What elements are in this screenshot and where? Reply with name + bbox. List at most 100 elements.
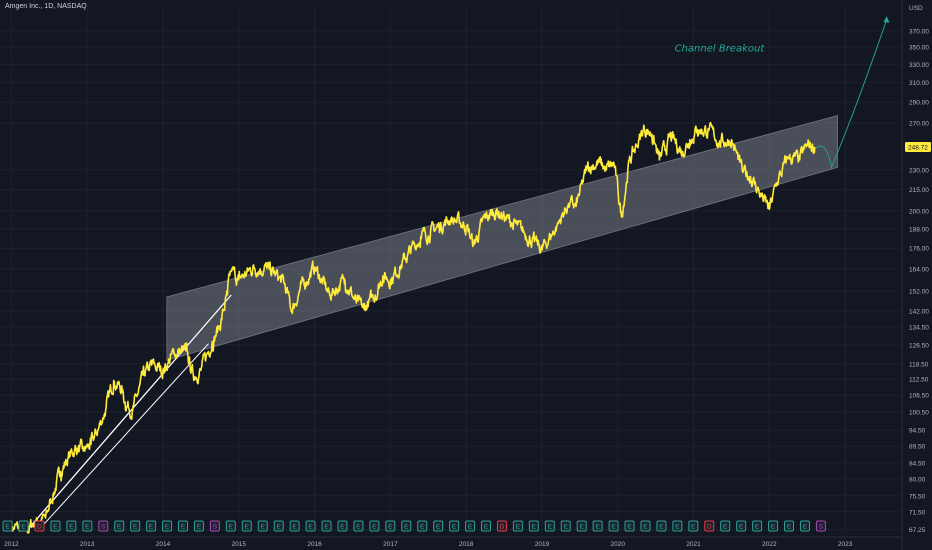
event-flag[interactable]: E [353,520,364,532]
event-flag[interactable]: E [273,520,284,532]
event-flag-label: E [643,524,648,531]
event-flag[interactable]: E [752,520,763,532]
event-flag[interactable]: E [784,520,795,532]
event-flag-label: S [213,524,218,531]
event-flag[interactable]: E [385,520,396,532]
event-flag[interactable]: E [544,520,555,532]
event-flag-label: S [819,524,824,531]
event-flag[interactable]: E [688,520,699,532]
event-flag[interactable]: E [608,520,619,532]
price-chart[interactable]: EEDEEESEEEEEESEEEEEEEEEEEEEEEEEDEEEEEEEE… [0,0,932,550]
event-flag-label: D [707,524,712,531]
event-flag-label: E [292,524,297,531]
y-tick-label: 176.00 [909,246,929,253]
event-flag[interactable]: E [449,520,460,532]
event-flag[interactable]: E [2,520,13,532]
x-tick-label: 2021 [686,541,701,548]
event-flag[interactable]: E [146,520,157,532]
event-flag[interactable]: E [720,520,731,532]
event-flag-label: E [261,524,266,531]
event-flag[interactable]: E [799,520,810,532]
x-tick-label: 2019 [535,541,550,548]
event-flag-label: E [5,524,10,531]
event-flag-label: E [771,524,776,531]
x-tick-label: 2013 [80,541,95,548]
event-flag-label: E [277,524,282,531]
event-flag[interactable]: E [321,520,332,532]
event-flag[interactable]: E [401,520,412,532]
event-flag-label: E [803,524,808,531]
event-flag[interactable]: E [656,520,667,532]
event-flag[interactable]: D [704,520,715,532]
event-flag[interactable]: E [114,520,125,532]
event-flag[interactable]: E [624,520,635,532]
y-tick-label: 89.50 [909,444,926,451]
y-tick-label: 310.00 [909,80,929,87]
event-flag[interactable]: E [592,520,603,532]
event-flag[interactable]: E [736,520,747,532]
event-flag[interactable]: E [672,520,683,532]
event-flag[interactable]: E [257,520,268,532]
event-flag-label: E [245,524,250,531]
event-flag-label: E [308,524,313,531]
event-flag[interactable]: E [768,520,779,532]
event-flag[interactable]: E [50,520,61,532]
y-axis-unit: USD [909,5,923,12]
y-tick-label: 118.50 [909,361,929,368]
event-flag[interactable]: E [528,520,539,532]
event-flag[interactable]: E [225,520,236,532]
y-tick-label: 230.00 [909,167,929,174]
event-flag-label: E [755,524,760,531]
y-tick-label: 134.50 [909,324,929,331]
event-flag[interactable]: E [640,520,651,532]
event-flag[interactable]: E [337,520,348,532]
event-flag[interactable]: D [34,520,45,532]
event-flag[interactable]: E [417,520,428,532]
event-flag-label: E [691,524,696,531]
event-flag[interactable]: E [193,520,204,532]
event-flag[interactable]: E [162,520,173,532]
event-flag[interactable]: E [82,520,93,532]
event-flag[interactable]: E [18,520,29,532]
event-flag-label: E [340,524,345,531]
event-flag[interactable]: E [560,520,571,532]
event-flag[interactable]: D [496,520,507,532]
y-tick-label: 80.00 [909,476,926,483]
event-flag[interactable]: E [369,520,380,532]
event-flag-label: E [356,524,361,531]
event-flag[interactable]: E [512,520,523,532]
event-flag[interactable]: E [465,520,476,532]
event-flag[interactable]: E [241,520,252,532]
event-flag-label: E [675,524,680,531]
event-flag-label: E [723,524,728,531]
event-flag[interactable]: E [289,520,300,532]
y-tick-label: 200.00 [909,208,929,215]
event-flag-label: E [484,524,489,531]
event-flag-label: D [500,524,505,531]
event-flag[interactable]: E [66,520,77,532]
event-flag-label: E [229,524,234,531]
event-flag-label: E [181,524,186,531]
event-flag-label: E [117,524,122,531]
event-flag[interactable]: S [815,520,826,532]
event-flag[interactable]: E [178,520,189,532]
event-flag-label: S [101,524,106,531]
y-tick-label: 100.50 [909,410,929,417]
y-tick-label: 75.50 [909,493,926,500]
y-tick-label: 94.50 [909,428,926,435]
event-flag-label: E [165,524,170,531]
event-flag[interactable]: E [305,520,316,532]
event-flag[interactable]: E [481,520,492,532]
event-flag-label: E [420,524,425,531]
event-flag[interactable]: S [209,520,220,532]
y-tick-label: 330.00 [909,62,929,69]
event-flag-label: E [611,524,616,531]
symbol-title[interactable]: Amgen Inc., 1D, NASDAQ [5,3,87,10]
event-flag[interactable]: E [576,520,587,532]
y-tick-label: 67.25 [909,527,926,534]
event-flag[interactable]: S [98,520,109,532]
event-flag-label: E [69,524,74,531]
last-price-label: 248.72 [908,145,928,152]
event-flag[interactable]: E [130,520,141,532]
event-flag[interactable]: E [433,520,444,532]
